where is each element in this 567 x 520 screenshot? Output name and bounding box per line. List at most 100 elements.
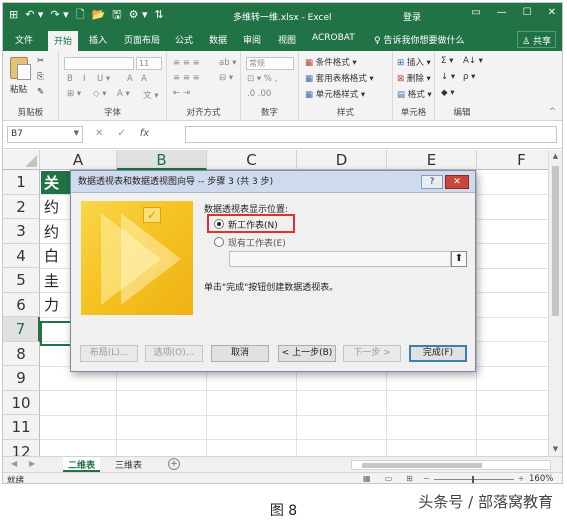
font-color-icon[interactable]: A ▾ xyxy=(117,89,130,99)
layout-button[interactable]: 布局(L)... xyxy=(80,345,138,362)
ribbon-display-icon[interactable]: ▭ xyxy=(471,7,480,18)
zoom-in-icon[interactable]: + xyxy=(518,474,525,483)
radio-existing-worksheet[interactable] xyxy=(214,237,224,247)
shrink-font-button[interactable]: A xyxy=(141,74,147,84)
column-header-a[interactable]: A xyxy=(40,150,117,170)
row-header-2[interactable]: 2 xyxy=(3,194,40,219)
save-icon[interactable]: 🖫 xyxy=(112,8,121,22)
bold-button[interactable]: B xyxy=(67,74,73,84)
dialog-close-button[interactable]: ✕ xyxy=(445,175,469,189)
row-header-12[interactable]: 12 xyxy=(3,439,40,456)
sheet-tab-2d[interactable]: 二维表 xyxy=(63,457,101,472)
tab-page-layout[interactable]: 页面布局 xyxy=(124,33,160,46)
column-header-e[interactable]: E xyxy=(387,150,477,170)
horizontal-scrollbar[interactable] xyxy=(351,460,551,470)
row-header-3[interactable]: 3 xyxy=(3,219,40,244)
vertical-scrollbar[interactable]: ▲ ▼ xyxy=(548,150,562,456)
indent-icon[interactable]: ⇤ ⇥ xyxy=(173,88,190,98)
insert-function-icon[interactable]: fx xyxy=(140,128,149,139)
column-header-b[interactable]: B xyxy=(117,150,207,170)
cancel-button[interactable]: 取消 xyxy=(211,345,269,362)
new-file-icon[interactable]: 🗋 xyxy=(76,8,85,22)
border-icon[interactable]: ⊞ ▾ xyxy=(67,89,81,99)
minimize-icon[interactable]: — xyxy=(497,7,507,18)
login-link[interactable]: 登录 xyxy=(403,10,421,23)
underline-button[interactable]: U ▾ xyxy=(97,74,110,84)
maximize-icon[interactable]: ☐ xyxy=(523,7,532,18)
collapse-dialog-icon[interactable]: ⬆ xyxy=(451,251,467,267)
cut-icon[interactable]: ✂ xyxy=(37,56,44,66)
collapse-ribbon-icon[interactable]: ^ xyxy=(549,107,556,117)
format-cells-button[interactable]: ▤ 格式 ▾ xyxy=(397,88,432,100)
name-box[interactable]: B7 ▼ xyxy=(7,126,83,143)
prev-sheet-icon[interactable]: ◀ xyxy=(11,459,17,468)
normal-view-icon[interactable]: ▦ xyxy=(363,474,371,483)
option-existing-worksheet-label[interactable]: 现有工作表(E) xyxy=(228,236,286,249)
options-button[interactable]: 选项(O)... xyxy=(145,345,203,362)
horizontal-scroll-thumb[interactable] xyxy=(362,463,482,468)
cell-styles-button[interactable]: ▦ 单元格样式 ▾ xyxy=(305,88,365,100)
phonetic-icon[interactable]: 文 ▾ xyxy=(143,89,158,101)
zoom-slider[interactable]: − + xyxy=(423,474,524,483)
zoom-out-icon[interactable]: − xyxy=(423,474,430,483)
sort-icon[interactable]: ⇅ xyxy=(155,8,164,22)
column-header-d[interactable]: D xyxy=(297,150,387,170)
row-header-1[interactable]: 1 xyxy=(3,170,40,195)
confirm-entry-icon[interactable]: ✓ xyxy=(117,128,125,139)
next-sheet-icon[interactable]: ▶ xyxy=(29,459,35,468)
column-header-f[interactable]: F xyxy=(477,150,548,170)
tab-home[interactable]: 开始 xyxy=(48,31,79,51)
next-button[interactable]: 下一步 > xyxy=(343,345,401,362)
font-size-combo[interactable]: 11 xyxy=(136,57,162,70)
orientation-icon[interactable]: ab ▾ xyxy=(219,58,237,68)
paste-label[interactable]: 粘贴 xyxy=(10,83,27,95)
fill-icon[interactable]: ↓ ▾ xyxy=(441,72,455,82)
tab-review[interactable]: 审阅 xyxy=(243,33,261,46)
merge-icon[interactable]: ⊟ ▾ xyxy=(219,73,233,83)
tell-me-search[interactable]: ♀ 告诉我你想要做什么 xyxy=(374,33,464,46)
row-header-6[interactable]: 6 xyxy=(3,292,40,317)
back-button[interactable]: < 上一步(B) xyxy=(278,345,336,362)
redo-icon[interactable]: ↷ ▾ xyxy=(50,8,68,22)
tab-view[interactable]: 视图 xyxy=(278,33,296,46)
zoom-track[interactable] xyxy=(433,476,514,483)
row-header-8[interactable]: 8 xyxy=(3,341,40,366)
delete-cells-button[interactable]: ⊠ 删除 ▾ xyxy=(397,72,431,84)
decimal-icon[interactable]: .0 .00 xyxy=(247,89,271,99)
autosum-icon[interactable]: Σ ▾ xyxy=(441,56,453,66)
close-icon[interactable]: ✕ xyxy=(548,7,556,18)
sheet-tab-3d[interactable]: 三维表 xyxy=(110,457,147,472)
cancel-entry-icon[interactable]: ✕ xyxy=(95,128,103,139)
scroll-thumb[interactable] xyxy=(552,166,559,316)
paste-icon[interactable] xyxy=(10,57,31,80)
open-folder-icon[interactable]: 📂 xyxy=(92,8,106,22)
conditional-formatting-button[interactable]: ▦ 条件格式 ▾ xyxy=(305,56,357,68)
zoom-percent[interactable]: 160% xyxy=(529,474,553,483)
clear-icon[interactable]: ◆ ▾ xyxy=(441,88,455,98)
currency-icon[interactable]: ⊡ ▾ % , xyxy=(247,74,277,84)
column-header-c[interactable]: C xyxy=(207,150,297,170)
share-button[interactable]: ♙ 共享 xyxy=(517,31,556,48)
copy-icon[interactable]: ⎘ xyxy=(37,72,44,82)
row-header-11[interactable]: 11 xyxy=(3,415,40,440)
row-header-5[interactable]: 5 xyxy=(3,268,40,293)
row-header-9[interactable]: 9 xyxy=(3,366,40,391)
help-button[interactable]: ? xyxy=(421,175,443,189)
formula-input[interactable] xyxy=(185,126,557,143)
page-layout-view-icon[interactable]: ▭ xyxy=(385,474,393,483)
align-top-icon[interactable]: ≡ ≡ ≡ xyxy=(173,58,200,68)
page-break-view-icon[interactable]: ⊞ xyxy=(406,474,413,483)
radio-new-worksheet[interactable] xyxy=(214,219,224,229)
grow-font-button[interactable]: A xyxy=(127,74,133,84)
format-as-table-button[interactable]: ▦ 套用表格格式 ▾ xyxy=(305,72,374,84)
chevron-down-icon[interactable]: ▼ xyxy=(74,129,79,137)
tab-acrobat[interactable]: ACROBAT xyxy=(312,33,355,43)
tab-formulas[interactable]: 公式 xyxy=(175,33,193,46)
tab-data[interactable]: 数据 xyxy=(209,33,227,46)
tab-file[interactable]: 文件 xyxy=(15,33,33,46)
option-new-worksheet-label[interactable]: 新工作表(N) xyxy=(228,218,278,231)
number-format-combo[interactable]: 常规 xyxy=(246,57,294,70)
fill-color-icon[interactable]: ◇ ▾ xyxy=(93,89,107,99)
row-header-7[interactable]: 7 xyxy=(3,317,40,342)
format-painter-icon[interactable]: ✎ xyxy=(37,87,44,97)
